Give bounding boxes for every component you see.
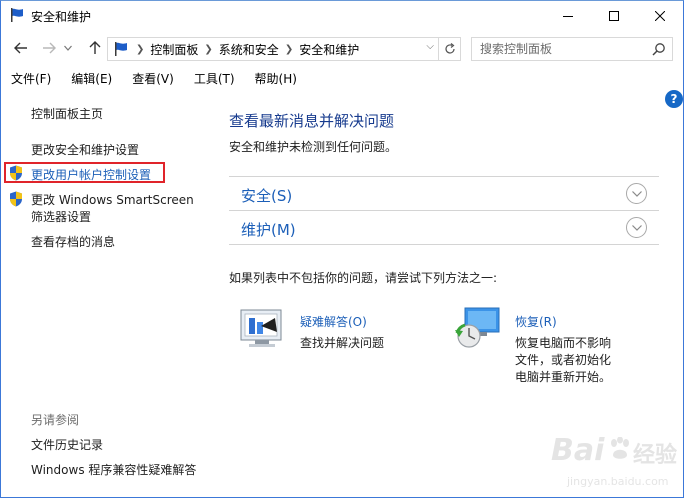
breadcrumb-system-security[interactable]: 系统和安全 [219, 41, 279, 58]
watermark-logo-text: Bai [551, 433, 605, 468]
divider [229, 210, 659, 211]
menu-tools[interactable]: 工具(T) [184, 67, 245, 89]
page-title: 查看最新消息并解决问题 [229, 112, 395, 130]
sidebar-link-file-history[interactable]: 文件历史记录 [31, 436, 103, 453]
search-input[interactable] [472, 38, 648, 60]
flag-icon [11, 8, 23, 22]
page-subtitle: 安全和维护未检测到任何问题。 [229, 140, 398, 154]
forward-button[interactable] [39, 38, 59, 58]
menu-edit[interactable]: 编辑(E) [61, 67, 122, 89]
sidebar-link-compat[interactable]: Windows 程序兼容性疑难解答 [31, 461, 196, 478]
close-button[interactable] [637, 1, 683, 31]
sidebar-link-change-security[interactable]: 更改安全和维护设置 [31, 141, 139, 158]
close-icon [655, 11, 665, 21]
section-security[interactable]: 安全(S) [229, 176, 659, 210]
baidu-watermark: Bai 经验 jingyan.baidu.com [547, 431, 677, 495]
section-maintenance[interactable]: 维护(M) [229, 210, 659, 244]
see-also-heading: 另请参阅 [31, 413, 80, 427]
arrow-up-icon [89, 41, 101, 54]
chevron-right-icon[interactable]: ❯ [204, 44, 212, 55]
chevron-right-icon: ❯ [136, 43, 145, 55]
uac-shield-icon [10, 191, 22, 207]
refresh-icon [444, 43, 455, 54]
sidebar-link-archived[interactable]: 查看存档的消息 [31, 233, 115, 250]
minimize-icon [563, 16, 573, 17]
menu-bar: 文件(F) 编辑(E) 查看(V) 工具(T) 帮助(H) [1, 67, 683, 89]
breadcrumb-security-maintenance[interactable]: 安全和维护 [299, 41, 359, 58]
hint-text: 如果列表中不包括你的问题，请尝试下列方法之一: [229, 271, 498, 285]
title-bar: 安全和维护 [1, 1, 683, 31]
back-button[interactable] [11, 38, 31, 58]
menu-view[interactable]: 查看(V) [122, 67, 184, 89]
section-maintenance-label[interactable]: 维护(M) [241, 219, 296, 240]
breadcrumb-control-panel[interactable]: 控制面板 [150, 41, 198, 58]
menu-help[interactable]: 帮助(H) [245, 67, 307, 89]
recovery-link[interactable]: 恢复(R) [515, 313, 557, 330]
troubleshoot-link[interactable]: 疑难解答(O) [300, 313, 367, 330]
minimize-button[interactable] [545, 1, 591, 31]
navigation-bar: ❯ 控制面板 ❯ 系统和安全 ❯ 安全和维护 ⌵ [1, 35, 683, 61]
menu-file[interactable]: 文件(F) [1, 67, 61, 89]
search-icon[interactable] [652, 42, 666, 56]
section-security-label[interactable]: 安全(S) [241, 185, 292, 206]
search-box [471, 37, 673, 61]
troubleshoot-icon[interactable] [239, 306, 287, 350]
paw-icon [611, 437, 629, 459]
sidebar-link-home[interactable]: 控制面板主页 [31, 105, 103, 122]
chevron-down-icon [64, 45, 72, 51]
up-button[interactable] [85, 38, 105, 58]
flag-icon [115, 42, 127, 56]
sidebar-link-smartscreen-line2[interactable]: 筛选器设置 [31, 208, 91, 225]
window-title: 安全和维护 [31, 10, 92, 24]
expand-maintenance-button[interactable] [626, 217, 647, 238]
maximize-button[interactable] [591, 1, 637, 31]
arrow-right-icon [43, 42, 56, 54]
arrow-left-icon [14, 42, 27, 54]
recovery-description-line3: 电脑并重新开始。 [515, 370, 612, 384]
address-dropdown-icon[interactable]: ⌵ [426, 41, 434, 52]
recovery-description-line1: 恢复电脑而不影响 [515, 336, 612, 350]
recent-locations-button[interactable] [61, 38, 75, 58]
chevron-right-icon[interactable]: ❯ [285, 44, 293, 55]
watermark-logo-cn: 经验 [633, 443, 678, 468]
chevron-down-icon [631, 224, 642, 231]
uac-shield-icon [10, 165, 22, 181]
recovery-icon[interactable] [455, 306, 503, 350]
sidebar-link-smartscreen[interactable]: 更改 Windows SmartScreen [31, 191, 194, 208]
divider [229, 244, 659, 245]
address-bar[interactable]: ❯ 控制面板 ❯ 系统和安全 ❯ 安全和维护 ⌵ [107, 37, 439, 61]
refresh-button[interactable] [439, 37, 461, 61]
maximize-icon [609, 11, 619, 21]
sidebar: 控制面板主页 更改安全和维护设置 更改用户帐户控制设置 更改 Windows S… [1, 93, 215, 497]
sidebar-link-uac-settings[interactable]: 更改用户帐户控制设置 [31, 166, 151, 183]
troubleshoot-description: 查找并解决问题 [300, 336, 385, 350]
control-panel-window: 安全和维护 ❯ 控制面板 ❯ 系统和安全 ❯ 安全和维护 ⌵ 搜索控制面板 文件… [0, 0, 684, 498]
watermark-url: jingyan.baidu.com [567, 475, 669, 488]
divider [229, 176, 659, 177]
chevron-down-icon [631, 190, 642, 197]
expand-security-button[interactable] [626, 183, 647, 204]
recovery-description-line2: 文件，或者初始化 [515, 353, 612, 367]
